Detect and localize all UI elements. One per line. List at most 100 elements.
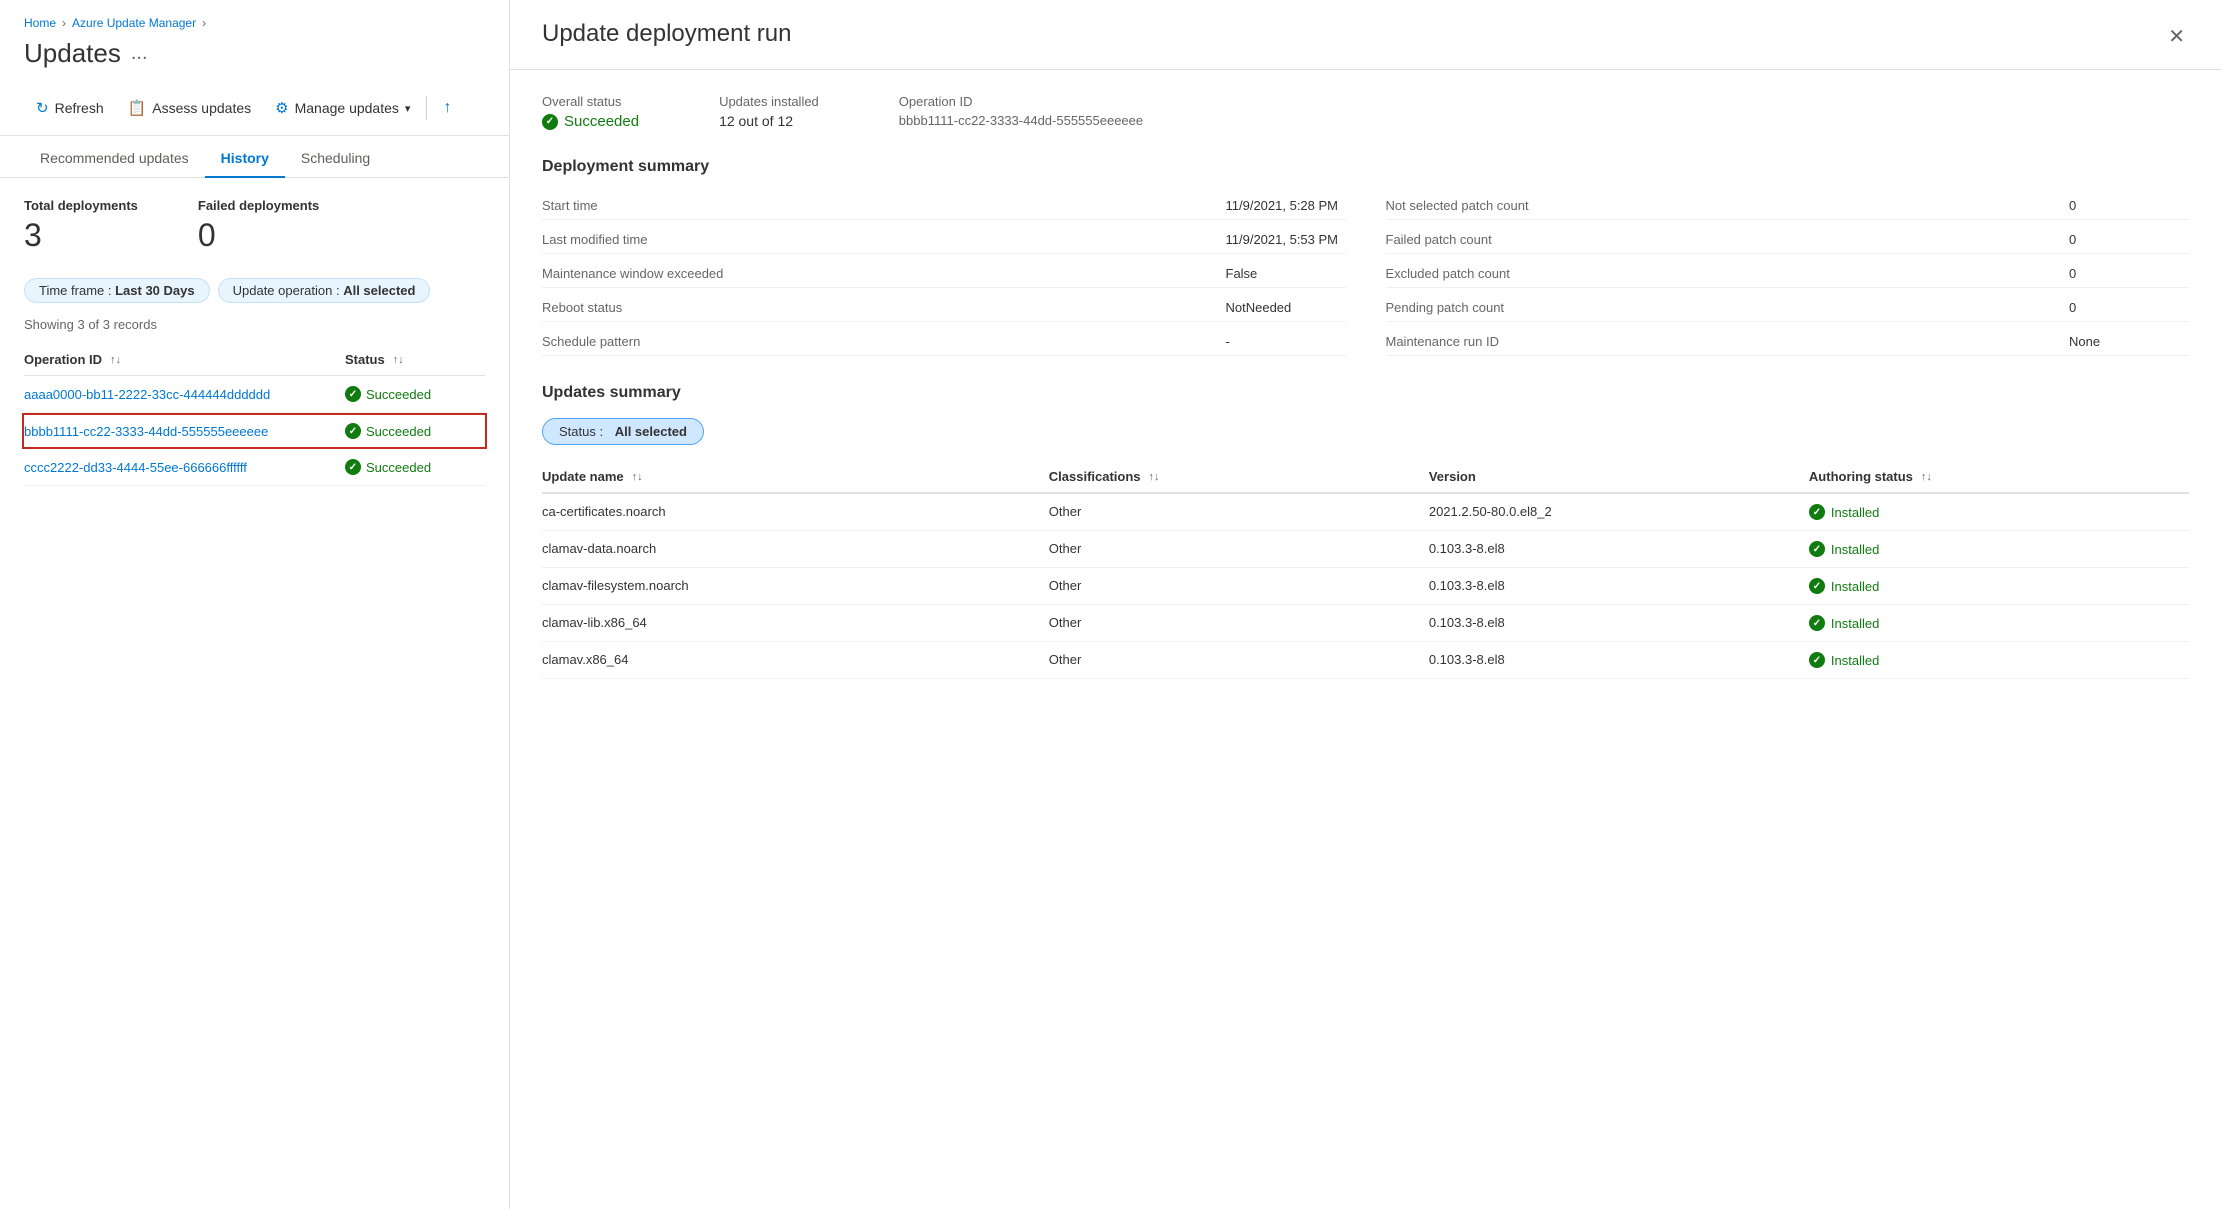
sort-name-icon[interactable]: ↑↓ (632, 471, 643, 483)
assess-label: Assess updates (152, 100, 251, 116)
content-area: Total deployments 3 Failed deployments 0… (0, 178, 509, 1209)
success-icon (345, 386, 361, 402)
operation-id-label: Operation ID (899, 94, 1143, 109)
updates-table-row[interactable]: clamav.x86_64 Other 0.103.3-8.el8 Instal… (542, 642, 2189, 679)
breadcrumb: Home › Azure Update Manager › (0, 0, 509, 38)
overall-status-value: Succeeded (542, 113, 639, 130)
detail-panel: Update deployment run ✕ Overall status S… (510, 0, 2221, 1209)
updates-installed-value: 12 out of 12 (719, 113, 819, 129)
installed-icon (1809, 504, 1825, 520)
manage-updates-button[interactable]: ⚙ Manage updates ▾ (263, 93, 422, 123)
installed-icon (1809, 615, 1825, 631)
updates-installed-item: Updates installed 12 out of 12 (719, 94, 819, 130)
toolbar-separator (426, 96, 427, 120)
col-header-authoring: Authoring status ↑↓ (1809, 469, 2189, 484)
filters-row: Time frame : Last 30 Days Update operati… (24, 278, 485, 303)
summary-row: Last modified time 11/9/2021, 5:53 PM (542, 226, 1346, 254)
updates-table-row[interactable]: clamav-filesystem.noarch Other 0.103.3-8… (542, 568, 2189, 605)
row-operation-id: cccc2222-dd33-4444-55ee-666666ffffff (24, 460, 345, 475)
status-filter-chip[interactable]: Status : All selected (542, 418, 704, 445)
toolbar: ↻ Refresh 📋 Assess updates ⚙ Manage upda… (0, 85, 509, 136)
overall-status-item: Overall status Succeeded (542, 94, 639, 130)
breadcrumb-manager[interactable]: Azure Update Manager (72, 16, 196, 30)
assess-icon: 📋 (128, 99, 147, 117)
updates-table-header: Update name ↑↓ Classifications ↑↓ Versio… (542, 461, 2189, 494)
refresh-label: Refresh (55, 100, 104, 116)
manage-label: Manage updates (295, 100, 399, 116)
table-header: Operation ID ↑↓ Status ↑↓ (24, 344, 485, 376)
updates-table-row[interactable]: clamav-data.noarch Other 0.103.3-8.el8 I… (542, 531, 2189, 568)
failed-value: 0 (198, 217, 319, 254)
total-deployments: Total deployments 3 (24, 198, 138, 254)
success-icon (345, 423, 361, 439)
stats-row: Total deployments 3 Failed deployments 0 (24, 198, 485, 254)
updates-table-row[interactable]: clamav-lib.x86_64 Other 0.103.3-8.el8 In… (542, 605, 2189, 642)
total-label: Total deployments (24, 198, 138, 213)
deployment-summary-title: Deployment summary (542, 158, 2189, 176)
tab-bar: Recommended updates History Scheduling (0, 140, 509, 178)
tab-scheduling[interactable]: Scheduling (285, 140, 386, 178)
sort-class-icon[interactable]: ↑↓ (1149, 471, 1160, 483)
page-options-button[interactable]: ... (131, 42, 148, 65)
sort-status-icon[interactable]: ↑↓ (393, 354, 404, 366)
summary-row: Pending patch count 0 (1386, 294, 2190, 322)
row-operation-id: bbbb1111-cc22-3333-44dd-555555eeeeee (24, 424, 345, 439)
updates-summary-title: Updates summary (542, 384, 2189, 402)
operation-filter[interactable]: Update operation : All selected (218, 278, 431, 303)
refresh-icon: ↻ (36, 99, 49, 117)
page-title-area: Updates ... (0, 38, 509, 85)
summary-row: Reboot status NotNeeded (542, 294, 1346, 322)
upload-button[interactable]: ↑ (431, 93, 463, 123)
row-status: Succeeded (345, 386, 485, 402)
row-operation-id: aaaa0000-bb11-2222-33cc-444444dddddd (24, 387, 345, 402)
installed-icon (1809, 578, 1825, 594)
upload-icon: ↑ (443, 99, 451, 117)
panel-body: Overall status Succeeded Updates install… (510, 70, 2221, 1209)
installed-icon (1809, 541, 1825, 557)
failed-deployments: Failed deployments 0 (198, 198, 319, 254)
success-icon (345, 459, 361, 475)
left-panel: Home › Azure Update Manager › Updates ..… (0, 0, 510, 1209)
tab-history[interactable]: History (205, 140, 285, 178)
breadcrumb-home[interactable]: Home (24, 16, 56, 30)
panel-header: Update deployment run ✕ (510, 0, 2221, 70)
overall-status-label: Overall status (542, 94, 639, 109)
summary-row: Maintenance run ID None (1386, 328, 2190, 356)
updates-section: Updates summary Status : All selected Up… (542, 384, 2189, 679)
table-row[interactable]: bbbb1111-cc22-3333-44dd-555555eeeeee Suc… (22, 413, 487, 449)
col-header-name: Update name ↑↓ (542, 469, 1049, 484)
overview-row: Overall status Succeeded Updates install… (542, 94, 2189, 130)
installed-icon (1809, 652, 1825, 668)
panel-title: Update deployment run (542, 20, 792, 48)
total-value: 3 (24, 217, 138, 254)
timeframe-filter[interactable]: Time frame : Last 30 Days (24, 278, 210, 303)
summary-row: Not selected patch count 0 (1386, 192, 2190, 220)
refresh-button[interactable]: ↻ Refresh (24, 93, 116, 123)
col-header-version: Version (1429, 469, 1809, 484)
sort-authoring-icon[interactable]: ↑↓ (1921, 471, 1932, 483)
table-row[interactable]: aaaa0000-bb11-2222-33cc-444444dddddd Suc… (24, 376, 485, 413)
records-count: Showing 3 of 3 records (24, 317, 485, 332)
overall-success-icon (542, 114, 558, 130)
operation-id-value: bbbb1111-cc22-3333-44dd-555555eeeeee (899, 113, 1143, 128)
manage-icon: ⚙ (275, 99, 288, 117)
summary-row: Schedule pattern - (542, 328, 1346, 356)
col-header-class: Classifications ↑↓ (1049, 469, 1429, 484)
row-status: Succeeded (345, 459, 485, 475)
table-row[interactable]: cccc2222-dd33-4444-55ee-666666ffffff Suc… (24, 449, 485, 486)
page-title: Updates (24, 38, 121, 69)
manage-chevron-icon: ▾ (405, 102, 411, 115)
row-status: Succeeded (345, 423, 485, 439)
updates-installed-label: Updates installed (719, 94, 819, 109)
close-button[interactable]: ✕ (2164, 20, 2189, 53)
tab-recommended[interactable]: Recommended updates (24, 140, 205, 178)
assess-updates-button[interactable]: 📋 Assess updates (116, 93, 264, 123)
updates-table-row[interactable]: ca-certificates.noarch Other 2021.2.50-8… (542, 494, 2189, 531)
col-header-operation: Operation ID ↑↓ (24, 352, 345, 367)
sort-operation-icon[interactable]: ↑↓ (110, 354, 121, 366)
summary-row: Failed patch count 0 (1386, 226, 2190, 254)
summary-row: Start time 11/9/2021, 5:28 PM (542, 192, 1346, 220)
summary-row: Excluded patch count 0 (1386, 260, 2190, 288)
failed-label: Failed deployments (198, 198, 319, 213)
operation-id-item: Operation ID bbbb1111-cc22-3333-44dd-555… (899, 94, 1143, 130)
